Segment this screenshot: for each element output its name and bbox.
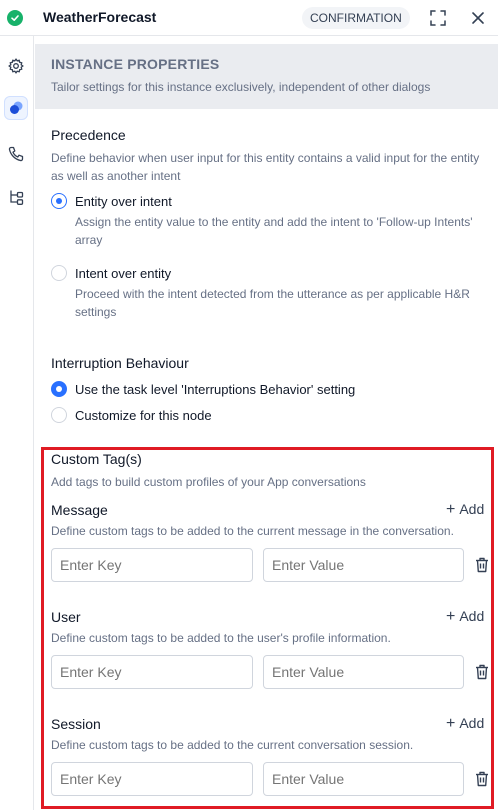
session-key-input[interactable]: [51, 762, 253, 796]
add-session-tag-button[interactable]: + Add: [446, 715, 484, 733]
banner-title: INSTANCE PROPERTIES: [51, 56, 220, 72]
gear-icon[interactable]: [4, 54, 28, 78]
add-message-tag-button[interactable]: + Add: [446, 501, 484, 519]
instance-properties-icon[interactable]: [4, 96, 28, 120]
user-value-input[interactable]: [263, 655, 464, 689]
custom-tags-highlight: [41, 447, 494, 809]
user-tags-description: Define custom tags to be added to the us…: [51, 631, 391, 645]
user-key-input[interactable]: [51, 655, 253, 689]
custom-tags-title: Custom Tag(s): [51, 451, 142, 467]
radio-label-entity-over-intent: Entity over intent: [75, 194, 172, 209]
radio-intent-over-entity[interactable]: [51, 265, 67, 281]
app-title: WeatherForecast: [43, 9, 157, 25]
radio-label-intent-over-entity: Intent over entity: [75, 266, 172, 281]
radio-customize-node[interactable]: [51, 407, 67, 423]
radio-entity-over-intent[interactable]: [51, 193, 67, 209]
trash-icon[interactable]: [473, 556, 491, 574]
session-tags-title: Session: [51, 716, 101, 732]
add-label: Add: [459, 715, 485, 731]
expand-icon[interactable]: [428, 8, 448, 28]
left-rail: [0, 36, 34, 810]
plus-icon: +: [446, 501, 456, 518]
session-value-input[interactable]: [263, 762, 464, 796]
plus-icon: +: [446, 608, 456, 625]
trash-icon[interactable]: [473, 663, 491, 681]
instance-properties-banner: INSTANCE PROPERTIES Tailor settings for …: [35, 44, 498, 109]
trash-icon[interactable]: [473, 770, 491, 788]
radio-label-customize-node: Customize for this node: [75, 408, 212, 423]
precedence-description: Define behavior when user input for this…: [51, 151, 480, 183]
radio-label-task-level-interruptions: Use the task level 'Interruptions Behavi…: [75, 382, 356, 397]
message-value-input[interactable]: [263, 548, 464, 582]
add-label: Add: [459, 608, 485, 624]
plus-icon: +: [446, 715, 456, 732]
radio-task-level-interruptions[interactable]: [51, 381, 67, 397]
banner-subtitle: Tailor settings for this instance exclus…: [51, 80, 431, 94]
node-type-badge: CONFIRMATION: [302, 7, 410, 29]
check-circle-icon: [7, 10, 23, 26]
message-key-input[interactable]: [51, 548, 253, 582]
close-icon[interactable]: [468, 8, 488, 28]
custom-tags-description: Add tags to build custom profiles of you…: [51, 475, 366, 489]
add-user-tag-button[interactable]: + Add: [446, 608, 484, 626]
message-tags-title: Message: [51, 502, 108, 518]
radio-help-intent-over-entity: Proceed with the intent detected from th…: [75, 287, 470, 319]
user-tags-title: User: [51, 609, 81, 625]
radio-help-entity-over-intent: Assign the entity value to the entity an…: [75, 215, 473, 247]
add-label: Add: [459, 501, 485, 517]
interruption-title: Interruption Behaviour: [51, 355, 189, 371]
session-tags-description: Define custom tags to be added to the cu…: [51, 738, 414, 752]
precedence-title: Precedence: [51, 127, 126, 143]
flow-icon[interactable]: [4, 185, 28, 209]
message-tags-description: Define custom tags to be added to the cu…: [51, 524, 454, 538]
header-bar: WeatherForecast CONFIRMATION: [0, 0, 498, 36]
phone-icon[interactable]: [4, 142, 28, 166]
